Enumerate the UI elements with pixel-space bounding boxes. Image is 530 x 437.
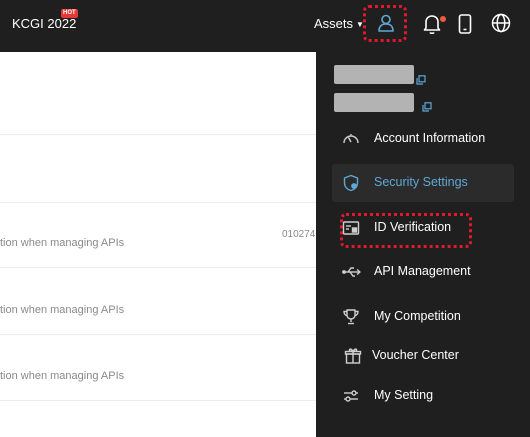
menu-label: API Management <box>374 264 471 278</box>
redacted-user-id <box>334 93 414 112</box>
assets-label: Assets <box>314 16 354 31</box>
shield-icon <box>342 174 360 192</box>
menu-item-security-settings[interactable]: Security Settings <box>332 164 514 202</box>
divider <box>0 134 316 135</box>
menu-label: My Setting <box>374 388 434 402</box>
api-row-description: tion when managing APIs <box>0 237 125 249</box>
account-dropdown-panel: Account Information Security Settings ID… <box>316 52 530 437</box>
menu-label: Security Settings <box>374 175 468 189</box>
phone-icon[interactable] <box>458 14 472 34</box>
globe-icon[interactable] <box>491 13 511 33</box>
copy-icon[interactable] <box>416 72 426 90</box>
main-content: tion when managing APIs 010274 tion when… <box>0 52 316 437</box>
menu-label: My Competition <box>374 309 461 323</box>
copy-icon[interactable] <box>422 99 432 117</box>
menu-item-my-setting[interactable]: My Setting <box>332 377 514 415</box>
competition-link[interactable]: KCGI 2022 <box>12 16 76 31</box>
sliders-icon <box>342 387 360 405</box>
divider <box>0 334 316 335</box>
divider <box>0 267 316 268</box>
user-icon[interactable] <box>376 13 396 33</box>
divider <box>0 202 316 203</box>
usb-icon <box>342 263 361 281</box>
menu-item-my-competition[interactable]: My Competition <box>332 298 514 336</box>
id-card-icon <box>342 219 360 237</box>
bell-icon[interactable] <box>422 13 442 35</box>
menu-item-id-verification[interactable]: ID Verification <box>332 209 514 247</box>
top-navigation-bar: KCGI 2022 HOT Assets ▼ <box>0 0 530 52</box>
assets-menu[interactable]: Assets ▼ <box>314 16 364 31</box>
menu-label: Account Information <box>374 131 486 145</box>
menu-item-voucher-center[interactable]: Voucher Center <box>332 337 514 375</box>
menu-item-account-information[interactable]: Account Information <box>332 120 514 158</box>
api-row-number: 010274 <box>282 229 316 240</box>
speedometer-icon <box>342 130 360 148</box>
menu-label: Voucher Center <box>372 348 459 362</box>
gift-icon <box>344 347 362 365</box>
menu-item-api-management[interactable]: API Management <box>332 253 514 291</box>
hot-badge: HOT <box>61 9 78 18</box>
trophy-icon <box>342 308 360 326</box>
menu-label: ID Verification <box>374 220 452 234</box>
api-row-description: tion when managing APIs <box>0 370 125 382</box>
api-row-description: tion when managing APIs <box>0 304 125 316</box>
notification-dot <box>440 16 446 22</box>
divider <box>0 400 316 401</box>
redacted-username <box>334 65 414 84</box>
